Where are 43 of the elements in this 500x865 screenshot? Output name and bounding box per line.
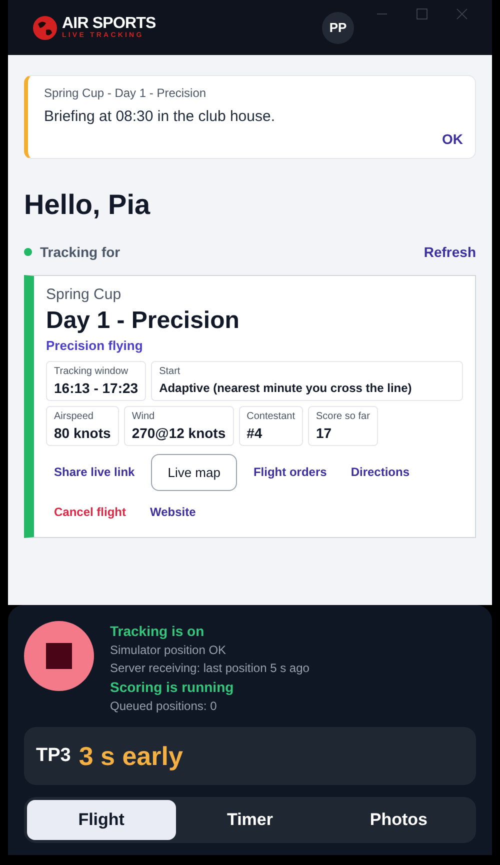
action-link[interactable]: Flight orders xyxy=(245,459,335,486)
action-link[interactable]: Directions xyxy=(342,459,418,486)
fact-label: Wind xyxy=(132,410,156,424)
task-title: Day 1 - Precision xyxy=(46,306,240,336)
tab[interactable]: Flight xyxy=(27,800,176,840)
tab[interactable]: Photos xyxy=(324,800,474,840)
gate-name: TP3 xyxy=(36,744,71,768)
fact-label: Contestant xyxy=(246,410,295,424)
ok-button[interactable]: OK xyxy=(442,128,463,150)
refresh-link[interactable]: Refresh xyxy=(424,242,476,262)
user-avatar[interactable]: PP xyxy=(322,12,354,44)
status-heading: Tracking is on xyxy=(110,622,206,641)
action-link[interactable]: Cancel flight xyxy=(46,499,134,525)
fact-label: Tracking window xyxy=(54,364,130,378)
status-detail: Queued positions: 0 xyxy=(110,698,218,715)
fact-label: Start xyxy=(159,364,182,378)
fact-label: Score so far xyxy=(316,410,370,424)
notice-title: Spring Cup - Day 1 - Precision xyxy=(44,85,208,102)
fact-label: Airspeed xyxy=(54,410,94,424)
fact-value: 16:13 - 17:23 xyxy=(54,378,138,396)
gate-deviation: 3 s early xyxy=(78,740,183,772)
tracking-for-label: Tracking for xyxy=(40,242,122,262)
fact-value: 17 xyxy=(316,424,333,442)
fact-value: 270@12 knots xyxy=(132,424,226,442)
action-link[interactable]: Share live link xyxy=(46,459,143,486)
action-link[interactable]: Website xyxy=(142,499,204,525)
globe-logo-icon xyxy=(32,14,58,40)
competition-name: Spring Cup xyxy=(46,284,122,304)
status-detail: Server receiving: last position 5 s ago xyxy=(110,660,310,677)
status-detail: Simulator position OK xyxy=(110,642,228,659)
fact-value: 80 knots xyxy=(54,424,111,442)
tab[interactable]: Timer xyxy=(176,800,324,840)
status-heading: Scoring is running xyxy=(110,678,235,697)
greeting: Hello, Pia xyxy=(24,188,152,222)
close-icon[interactable] xyxy=(456,8,468,20)
live-map-button[interactable]: Live map xyxy=(150,454,238,491)
maximize-icon[interactable] xyxy=(416,8,428,20)
logo-title: AIR SPORTS xyxy=(62,16,156,32)
fact-value: #4 xyxy=(246,424,264,442)
task-type: Precision flying xyxy=(46,337,144,355)
stop-icon xyxy=(46,643,72,669)
notice-message: Briefing at 08:30 in the club house. xyxy=(44,107,276,127)
fact-value: Adaptive (nearest minute you cross the line) xyxy=(159,380,413,396)
